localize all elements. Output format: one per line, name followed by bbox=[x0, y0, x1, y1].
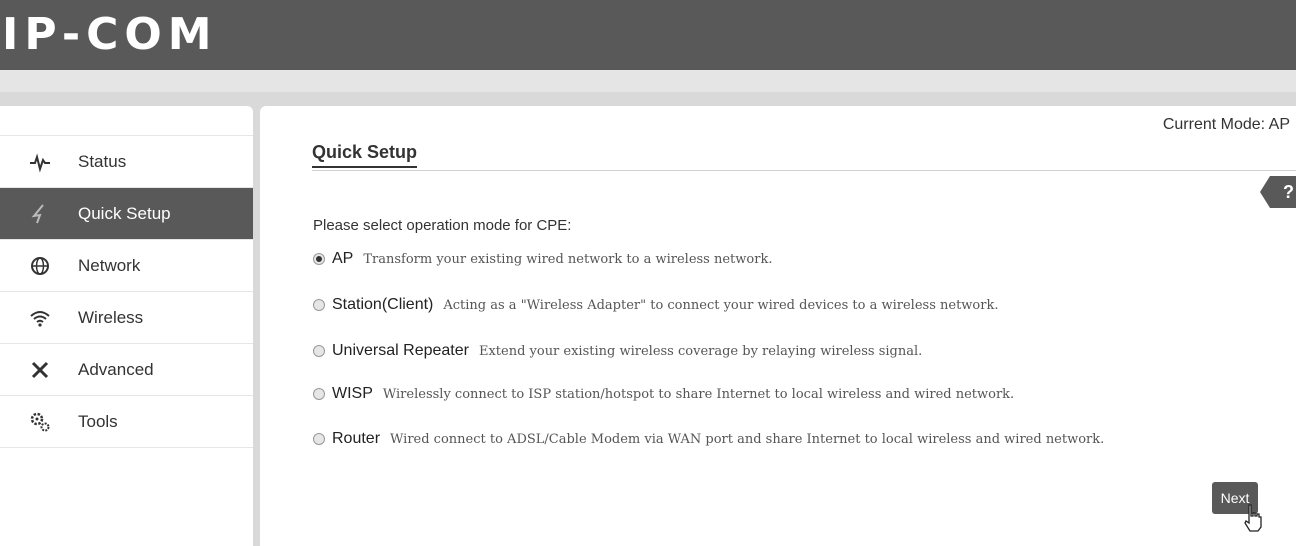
ip-com-logo: IP-COM bbox=[2, 9, 218, 60]
option-description: Acting as a "Wireless Adapter" to connec… bbox=[443, 297, 999, 313]
option-name: AP bbox=[332, 250, 354, 267]
sidebar-item-label: Status bbox=[78, 151, 127, 171]
option-description: Wirelessly connect to ISP station/hotspo… bbox=[382, 386, 1015, 402]
radio-ap[interactable] bbox=[313, 253, 325, 265]
sidebar-item-label: Network bbox=[78, 255, 141, 275]
option-name: Router bbox=[332, 430, 381, 447]
radio-station[interactable] bbox=[313, 299, 325, 311]
option-ap[interactable]: AP Transform your existing wired network… bbox=[313, 250, 772, 268]
top-bar: IP-COM bbox=[0, 0, 1296, 70]
sidebar-nav: Status Quick Setup Network Wireless Adva… bbox=[0, 135, 253, 448]
gears-icon bbox=[28, 410, 52, 434]
option-description: Extend your existing wireless coverage b… bbox=[478, 343, 923, 359]
pulse-icon bbox=[28, 150, 52, 174]
sidebar-item-advanced[interactable]: Advanced bbox=[0, 343, 253, 395]
radio-wisp[interactable] bbox=[313, 388, 325, 400]
radio-router[interactable] bbox=[313, 433, 325, 445]
option-router[interactable]: Router Wired connect to ADSL/Cable Modem… bbox=[313, 430, 1104, 448]
sidebar-item-label: Quick Setup bbox=[78, 203, 171, 223]
current-mode: Current Mode: AP bbox=[1162, 116, 1290, 133]
radio-universal-repeater[interactable] bbox=[313, 345, 325, 357]
sidebar-item-network[interactable]: Network bbox=[0, 239, 253, 291]
sidebar-item-label: Tools bbox=[78, 411, 118, 431]
sidebar-item-status[interactable]: Status bbox=[0, 135, 253, 187]
sidebar-item-tools[interactable]: Tools bbox=[0, 395, 253, 448]
sidebar-item-label: Advanced bbox=[78, 359, 154, 379]
option-name: Universal Repeater bbox=[332, 342, 469, 359]
option-name: WISP bbox=[332, 385, 373, 402]
option-wisp[interactable]: WISP Wirelessly connect to ISP station/h… bbox=[313, 385, 1014, 403]
wifi-icon bbox=[28, 306, 52, 330]
sidebar: Status Quick Setup Network Wireless Adva… bbox=[0, 106, 253, 546]
tools-icon bbox=[28, 358, 52, 382]
option-name: Station(Client) bbox=[332, 296, 434, 313]
globe-icon bbox=[28, 254, 52, 278]
sidebar-item-label: Wireless bbox=[78, 307, 144, 327]
help-icon: ? bbox=[1283, 181, 1294, 202]
sidebar-item-wireless[interactable]: Wireless bbox=[0, 291, 253, 343]
option-description: Transform your existing wired network to… bbox=[363, 251, 773, 267]
sub-bar bbox=[0, 70, 1296, 92]
option-description: Wired connect to ADSL/Cable Modem via WA… bbox=[390, 431, 1105, 447]
mode-prompt: Please select operation mode for CPE: bbox=[313, 217, 572, 234]
lightning-icon bbox=[28, 202, 52, 226]
title-area: Quick Setup bbox=[312, 142, 1296, 171]
option-universal-repeater[interactable]: Universal Repeater Extend your existing … bbox=[313, 342, 922, 360]
help-button[interactable]: ? bbox=[1260, 176, 1296, 208]
option-station[interactable]: Station(Client) Acting as a "Wireless Ad… bbox=[313, 296, 998, 314]
page-title: Quick Setup bbox=[312, 142, 418, 168]
main-panel: Current Mode: AP Quick Setup ? Please se… bbox=[260, 106, 1296, 546]
hand-cursor-icon bbox=[1244, 504, 1262, 532]
sidebar-item-quick-setup[interactable]: Quick Setup bbox=[0, 187, 253, 239]
